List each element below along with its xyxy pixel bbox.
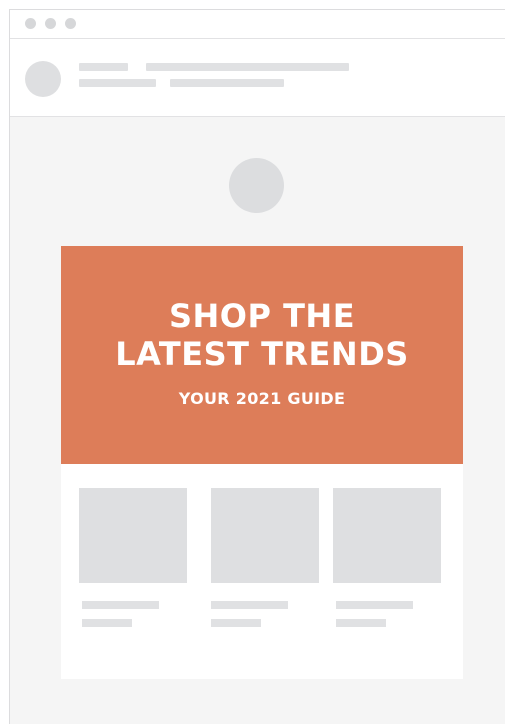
product-image-placeholder [211,488,319,583]
window-titlebar [10,10,505,39]
product-price-placeholder [211,619,261,627]
brand-logo-placeholder [229,158,284,213]
hero-title: SHOP THE LATEST TRENDS [115,297,409,373]
window-minimize-dot[interactable] [45,18,56,29]
product-title-placeholder [82,601,159,609]
email-header [10,39,505,117]
email-body-card: SHOP THE LATEST TRENDS YOUR 2021 GUIDE [61,246,463,679]
product-price-placeholder [336,619,386,627]
product-title-placeholder [211,601,288,609]
hero-subtitle: YOUR 2021 GUIDE [178,389,346,408]
hero-banner[interactable]: SHOP THE LATEST TRENDS YOUR 2021 GUIDE [61,246,463,464]
sender-avatar [25,61,61,97]
subject-placeholder [146,63,349,71]
sender-name-placeholder [79,63,128,71]
product-image-placeholder [79,488,187,583]
product-price-placeholder [82,619,132,627]
sender-address-placeholder [79,79,156,87]
window-close-dot[interactable] [25,18,36,29]
window-maximize-dot[interactable] [65,18,76,29]
date-placeholder [170,79,284,87]
product-title-placeholder [336,601,413,609]
product-image-placeholder [333,488,441,583]
email-client-window: SHOP THE LATEST TRENDS YOUR 2021 GUIDE [9,9,505,724]
